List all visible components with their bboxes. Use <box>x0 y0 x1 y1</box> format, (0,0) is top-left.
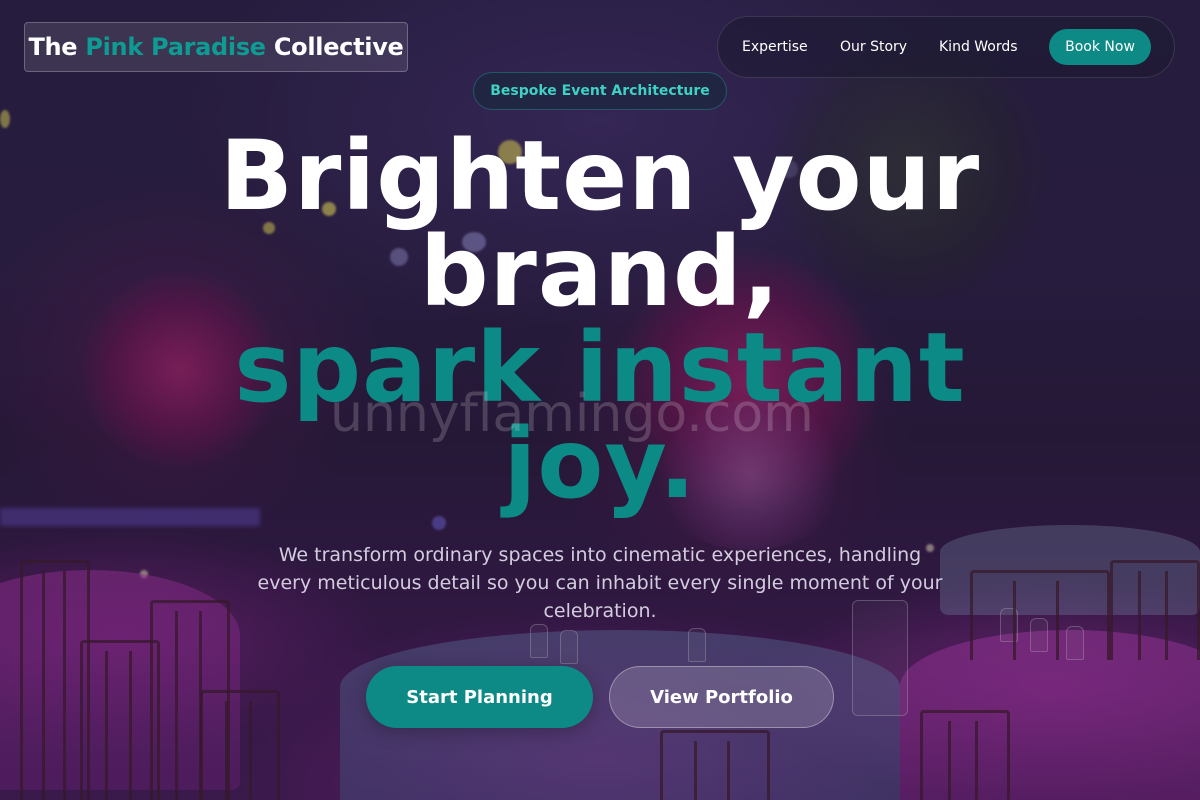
hero-badge: Bespoke Event Architecture <box>473 72 727 110</box>
main-nav: Expertise Our Story Kind Words Book Now <box>717 16 1175 78</box>
headline-line-3: spark instant <box>234 312 966 424</box>
hero-subtext: We transform ordinary spaces into cinema… <box>257 544 943 622</box>
brand-suffix: Collective <box>265 33 404 61</box>
nav-item-our-story[interactable]: Our Story <box>840 39 907 55</box>
nav-item-kind-words[interactable]: Kind Words <box>939 39 1018 55</box>
hero-headline: Brighten your brand, spark instant joy. <box>100 128 1100 512</box>
view-portfolio-button[interactable]: View Portfolio <box>609 666 834 728</box>
brand-logo[interactable]: The Pink Paradise Collective <box>24 22 408 72</box>
headline-line-1: Brighten your <box>219 120 981 232</box>
headline-line-2: brand, <box>419 216 781 328</box>
nav-item-expertise[interactable]: Expertise <box>742 39 808 55</box>
start-planning-button[interactable]: Start Planning <box>366 666 593 728</box>
brand-prefix: The <box>28 33 86 61</box>
book-now-button[interactable]: Book Now <box>1049 29 1151 65</box>
headline-line-4: joy. <box>503 408 697 520</box>
brand-accent: Pink Paradise <box>85 33 266 61</box>
